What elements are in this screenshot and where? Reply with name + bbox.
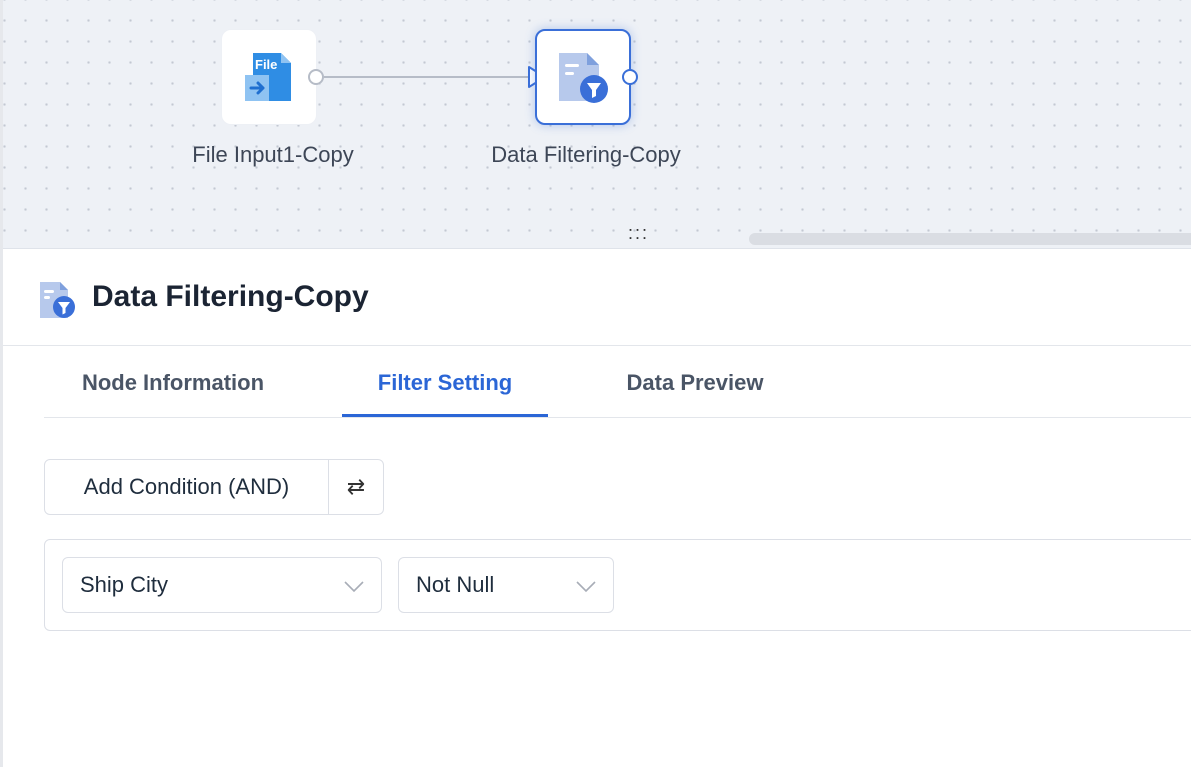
add-condition-group: Add Condition (AND) ⇄ xyxy=(44,459,384,515)
operator-select-value: Not Null xyxy=(416,572,495,597)
field-select-value: Ship City xyxy=(80,572,169,597)
flow-canvas[interactable]: File File Input1-Copy Data Filtering-Cop… xyxy=(3,0,1191,249)
horizontal-scrollbar[interactable] xyxy=(749,233,1191,245)
chevron-down-icon xyxy=(576,581,596,593)
chevron-down-icon xyxy=(344,581,364,593)
panel-tabs: Node Information Filter Setting Data Pre… xyxy=(44,347,1191,418)
output-port[interactable] xyxy=(308,69,324,85)
node-label: File Input1-Copy xyxy=(192,142,354,167)
node-file-input[interactable]: File xyxy=(221,29,317,125)
field-select[interactable]: Ship City xyxy=(62,557,382,613)
svg-text:File: File xyxy=(255,57,277,72)
panel-resize-handle[interactable]: ::: xyxy=(628,224,649,242)
output-port[interactable] xyxy=(622,69,638,85)
file-input-icon: File xyxy=(245,53,291,101)
node-data-filtering[interactable] xyxy=(535,29,631,125)
data-filter-icon xyxy=(40,282,75,318)
add-condition-button[interactable]: Add Condition (AND) xyxy=(45,460,329,514)
panel-header: Data Filtering-Copy xyxy=(3,250,1191,346)
tab-filter-setting[interactable]: Filter Setting xyxy=(342,347,548,417)
connection-edge xyxy=(324,76,528,78)
operator-select[interactable]: Not Null xyxy=(398,557,614,613)
tab-node-information[interactable]: Node Information xyxy=(44,347,302,417)
tab-data-preview[interactable]: Data Preview xyxy=(592,347,798,417)
panel-title: Data Filtering-Copy xyxy=(92,280,369,313)
node-label: Data Filtering-Copy xyxy=(491,142,681,167)
data-filter-icon xyxy=(559,53,608,103)
swap-logic-icon[interactable]: ⇄ xyxy=(329,460,383,514)
